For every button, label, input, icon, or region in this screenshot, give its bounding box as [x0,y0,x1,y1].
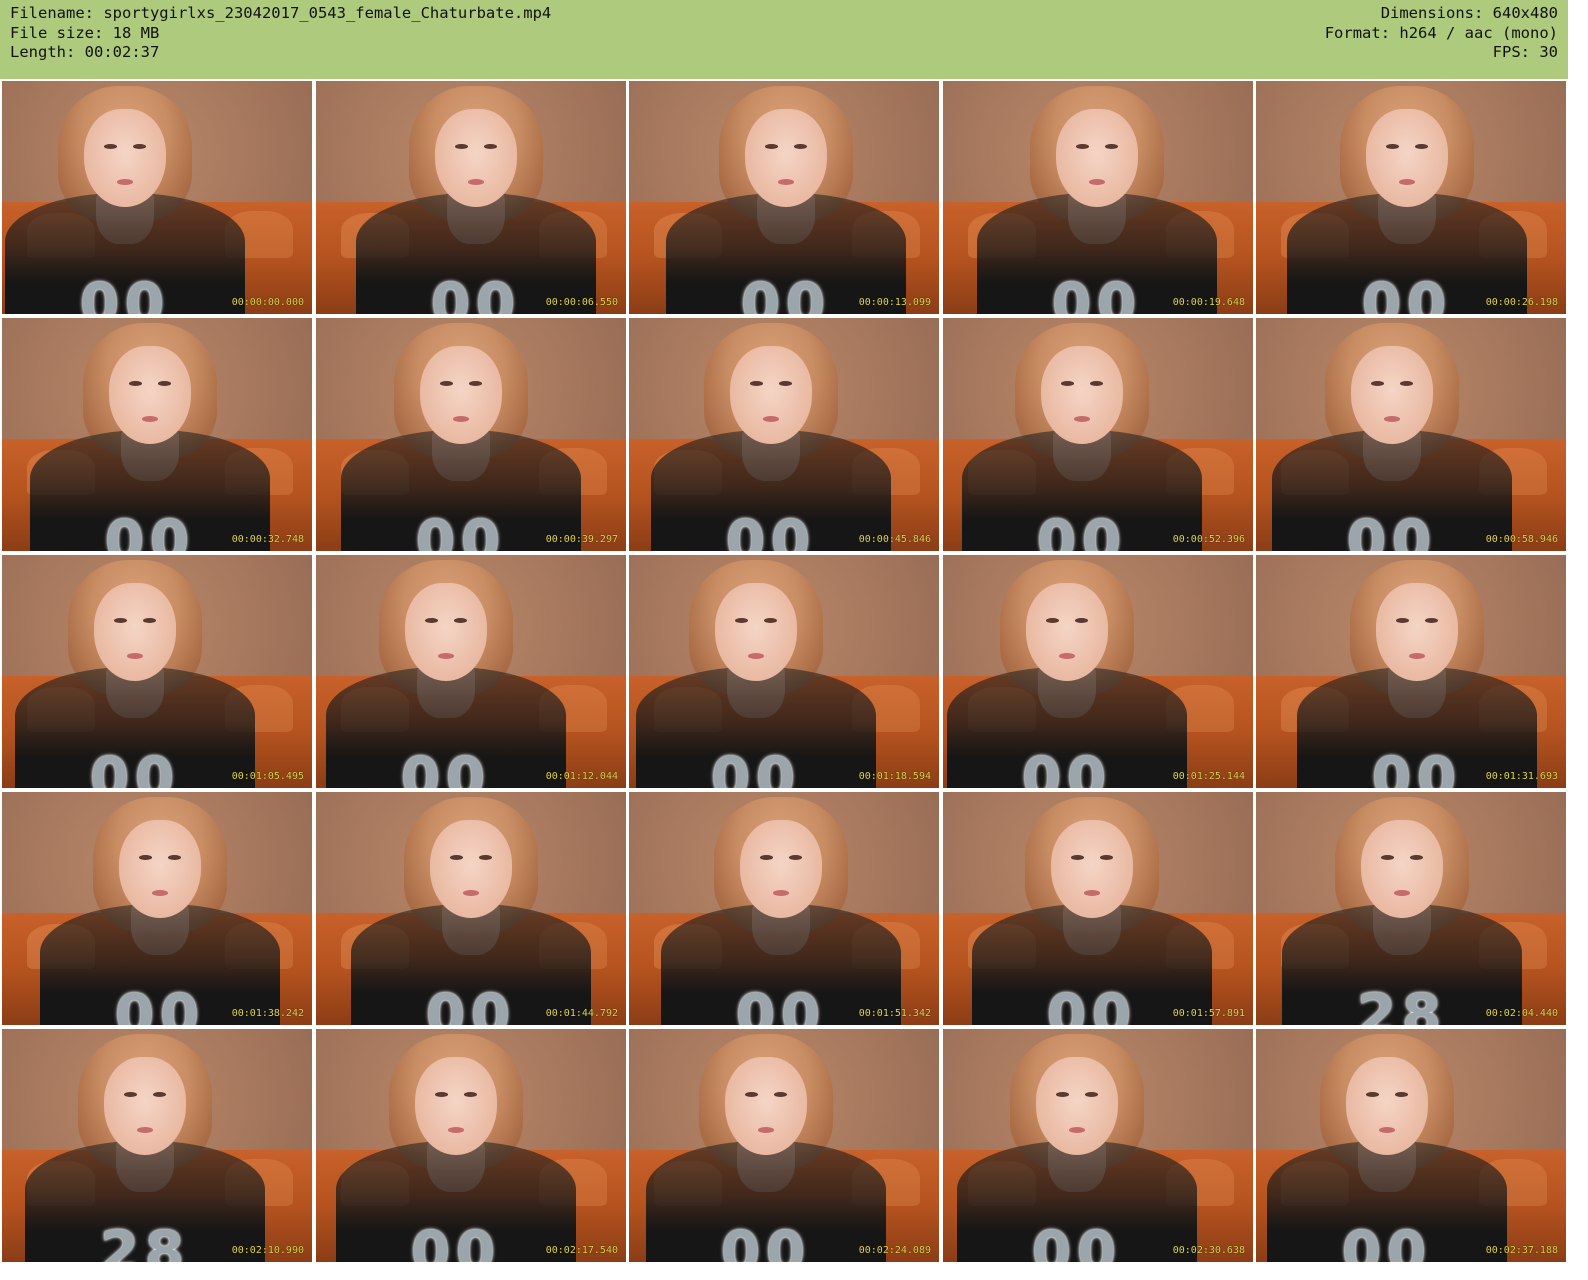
frame-timestamp: 00:02:10.990 [231,1245,304,1256]
frame-timestamp: 00:01:25.144 [1172,771,1245,782]
frame-timestamp: 00:00:13.099 [858,297,931,308]
video-thumbnail: 00 00:01:38.242 [2,792,312,1025]
video-thumbnail: 00 00:02:37.188 [1256,1029,1566,1262]
frame-timestamp: 00:02:30.638 [1172,1245,1245,1256]
video-thumbnail: 00 00:00:52.396 [943,318,1253,551]
file-size-label: File size: 18 MB [10,23,160,42]
frame-timestamp: 00:00:58.946 [1485,534,1558,545]
frame-timestamp: 00:00:32.748 [231,534,304,545]
video-thumbnail: 00 00:00:13.099 [629,81,939,314]
video-thumbnail: 00 00:00:26.198 [1256,81,1566,314]
frame-timestamp: 00:00:06.550 [545,297,618,308]
video-thumbnail: 00 00:01:51.342 [629,792,939,1025]
dimensions-label: Dimensions: 640x480 [1380,4,1558,22]
format-label: Format: h264 / aac (mono) [1324,23,1558,42]
frame-timestamp: 00:02:04.440 [1485,1008,1558,1019]
video-thumbnail: 28 00:02:04.440 [1256,792,1566,1025]
frame-timestamp: 00:02:37.188 [1485,1245,1558,1256]
info-header: Filename: sportygirlxs_23042017_0543_fem… [0,0,1568,79]
frame-timestamp: 00:01:44.792 [545,1008,618,1019]
video-thumbnail: 00 00:00:06.550 [316,81,626,314]
video-thumbnail: 00 00:02:24.089 [629,1029,939,1262]
video-thumbnail: 00 00:00:39.297 [316,318,626,551]
video-thumbnail: 00 00:00:00.000 [2,81,312,314]
video-thumbnail: 00 00:01:18.594 [629,555,939,788]
frame-timestamp: 00:01:38.242 [231,1008,304,1019]
video-thumbnail: 00 00:01:31.693 [1256,555,1566,788]
frame-timestamp: 00:01:57.891 [1172,1008,1245,1019]
fps-label: FPS: 30 [1492,43,1558,61]
frame-timestamp: 00:00:00.000 [231,297,304,308]
stream-info: Dimensions: 640x480 Format: h264 / aac (… [1325,4,1558,63]
frame-timestamp: 00:00:26.198 [1485,297,1558,308]
frame-timestamp: 00:01:51.342 [858,1008,931,1019]
frame-timestamp: 00:01:18.594 [858,771,931,782]
frame-timestamp: 00:02:17.540 [545,1245,618,1256]
video-thumbnail: 00 00:01:25.144 [943,555,1253,788]
frame-timestamp: 00:00:45.846 [858,534,931,545]
video-thumbnail: 00 00:00:19.648 [943,81,1253,314]
frame-timestamp: 00:01:05.495 [231,771,304,782]
video-thumbnail: 00 00:01:05.495 [2,555,312,788]
video-thumbnail: 00 00:02:17.540 [316,1029,626,1262]
frame-timestamp: 00:02:24.089 [858,1245,931,1256]
video-thumbnail: 00 00:00:32.748 [2,318,312,551]
video-thumbnail: 00 00:01:12.044 [316,555,626,788]
video-thumbnail: 00 00:00:45.846 [629,318,939,551]
frame-timestamp: 00:00:39.297 [545,534,618,545]
frame-timestamp: 00:01:31.693 [1485,771,1558,782]
length-label: Length: 00:02:37 [10,43,160,61]
file-info: Filename: sportygirlxs_23042017_0543_fem… [10,4,551,63]
video-thumbnail: 00 00:02:30.638 [943,1029,1253,1262]
video-thumbnail: 00 00:01:57.891 [943,792,1253,1025]
video-thumbnail: 00 00:01:44.792 [316,792,626,1025]
video-thumbnail: 00 00:00:58.946 [1256,318,1566,551]
video-thumbnail: 28 00:02:10.990 [2,1029,312,1262]
frame-timestamp: 00:00:52.396 [1172,534,1245,545]
filename-label: Filename: sportygirlxs_23042017_0543_fem… [10,4,552,22]
frame-timestamp: 00:00:19.648 [1172,297,1245,308]
thumbnail-grid: 00 00:00:00.000 00 00:00:06.550 00 00:00:13.0… [0,79,1568,1264]
frame-timestamp: 00:01:12.044 [545,771,618,782]
